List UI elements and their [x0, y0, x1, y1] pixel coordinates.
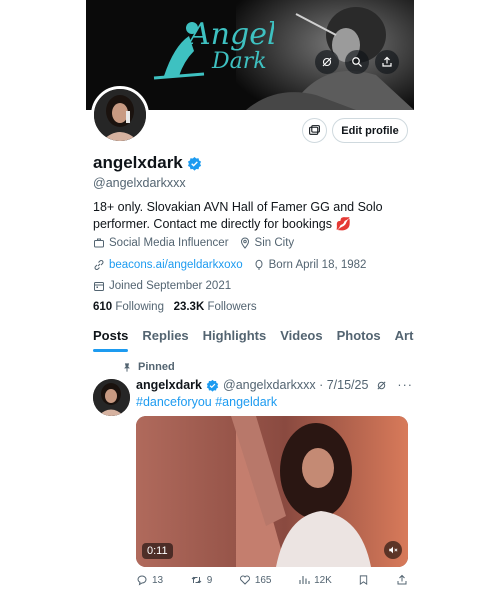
tab-replies[interactable]: Replies — [135, 324, 195, 352]
repost-button[interactable]: 9 — [190, 574, 213, 586]
tab-articles[interactable]: Arti — [388, 324, 414, 352]
pin-icon — [124, 362, 130, 372]
profile-handle: @angelxdarkxxx — [93, 176, 186, 190]
verified-icon — [206, 379, 219, 392]
post-hashtags[interactable]: #danceforyou #angeldark — [136, 395, 277, 409]
mute-icon — [389, 546, 398, 554]
profile-joined: Joined September 2021 — [109, 280, 232, 292]
profile-birthday: Born April 18, 1982 — [268, 259, 367, 271]
search-icon[interactable] — [345, 50, 369, 74]
reply-count: 13 — [152, 574, 164, 586]
views-count: 12K — [314, 574, 332, 586]
tab-highlights[interactable]: Highlights — [196, 324, 274, 352]
tab-posts[interactable]: Posts — [86, 324, 135, 352]
tab-photos[interactable]: Photos — [330, 324, 388, 352]
video-frame — [136, 416, 408, 567]
repost-count: 9 — [206, 574, 213, 586]
following-link[interactable]: 610 Following — [93, 301, 164, 313]
video-off-icon[interactable] — [376, 380, 387, 391]
followers-count: 23.3K — [173, 301, 205, 313]
like-button[interactable]: 165 — [239, 574, 272, 586]
profile-avatar[interactable] — [91, 86, 149, 144]
profile-name-row: angelxdark — [93, 153, 202, 173]
pinned-indicator: Pinned — [122, 361, 175, 373]
profile-meta-row-2: beacons.ai/angeldarkxoxo Born April 18, … — [93, 259, 366, 271]
share-icon[interactable] — [375, 50, 399, 74]
profile-meta-row-3: Joined September 2021 — [93, 280, 231, 292]
more-icon[interactable]: ··· — [397, 378, 413, 392]
tab-videos[interactable]: Videos — [273, 324, 329, 352]
profile-screen: Angel Dark Edit profile angelxdark @ange… — [86, 0, 414, 590]
mute-button[interactable] — [384, 541, 402, 559]
post-header: angelxdark @angelxdarkxxx · 7/15/25 ··· — [136, 378, 413, 392]
like-count: 165 — [254, 574, 272, 586]
followers-label: Followers — [207, 301, 257, 313]
post-author-name[interactable]: angelxdark — [136, 378, 202, 392]
location-icon — [240, 237, 249, 249]
post-actions: 13 9 165 12K — [136, 574, 408, 586]
pinned-label: Pinned — [138, 361, 175, 373]
reply-button[interactable]: 13 — [136, 574, 163, 586]
messages-button[interactable] — [302, 118, 327, 143]
verified-icon — [187, 156, 201, 171]
angel-dark-logo: Angel Dark — [153, 17, 274, 80]
link-icon — [94, 260, 104, 270]
profile-link[interactable]: beacons.ai/angeldarkxoxo — [109, 259, 243, 271]
profile-bio: 18+ only. Slovakian AVN Hall of Famer GG… — [93, 200, 383, 231]
bookmark-button[interactable] — [358, 574, 369, 586]
following-count: 610 — [93, 301, 113, 313]
like-icon — [239, 575, 250, 585]
reply-icon — [137, 575, 147, 586]
post-video[interactable]: 0:11 — [136, 416, 408, 567]
post-avatar[interactable] — [93, 379, 130, 416]
calendar-icon — [94, 282, 104, 291]
profile-location: Sin City — [254, 237, 295, 249]
balloon-icon — [255, 259, 263, 270]
video-off-icon[interactable] — [315, 50, 339, 74]
share-post-button[interactable] — [396, 574, 408, 586]
briefcase-icon — [94, 238, 104, 248]
profile-meta-row-1: Social Media Influencer Sin City — [93, 237, 294, 249]
messages-icon — [309, 125, 320, 135]
views-button[interactable]: 12K — [298, 574, 332, 586]
profile-tabs: Posts Replies Highlights Videos Photos A… — [86, 324, 414, 352]
bookmark-icon — [360, 575, 368, 586]
profile-category: Social Media Influencer — [109, 237, 229, 249]
profile-follow-counts: 610 Following 23.3K Followers — [93, 301, 257, 313]
profile-name: angelxdark — [93, 153, 183, 172]
video-duration: 0:11 — [142, 543, 173, 559]
svg-text:Angel: Angel — [186, 17, 274, 52]
edit-profile-button[interactable]: Edit profile — [332, 118, 408, 143]
repost-icon — [191, 576, 202, 584]
views-icon — [299, 576, 310, 584]
svg-text:Dark: Dark — [211, 49, 267, 74]
share-icon — [397, 574, 407, 585]
followers-link[interactable]: 23.3K Followers — [174, 301, 257, 313]
post-handle-date[interactable]: @angelxdarkxxx · 7/15/25 — [223, 378, 368, 392]
following-label: Following — [115, 301, 164, 313]
